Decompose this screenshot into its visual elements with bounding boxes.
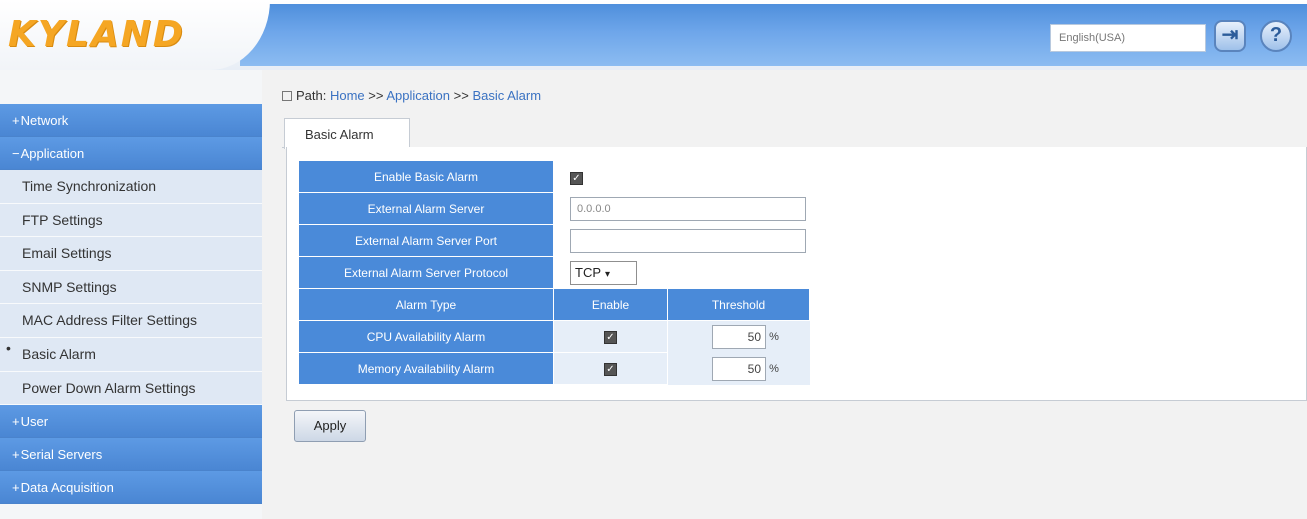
sidebar-item-snmp-settings[interactable]: SNMP Settings xyxy=(0,270,262,305)
sidebar-group-application[interactable]: −Application xyxy=(0,137,262,170)
sidebar-group-serial-servers[interactable]: +Serial Servers xyxy=(0,438,262,472)
cpu-threshold-input[interactable]: 50 xyxy=(712,325,766,349)
external-server-input[interactable] xyxy=(570,197,806,221)
cpu-alarm-label: CPU Availability Alarm xyxy=(299,321,554,353)
sidebar-item-time-synchronization[interactable]: Time Synchronization xyxy=(0,170,262,204)
external-protocol-label: External Alarm Server Protocol xyxy=(299,257,554,289)
breadcrumb-basic-alarm[interactable]: Basic Alarm xyxy=(472,88,541,103)
sidebar-item-email-settings[interactable]: Email Settings xyxy=(0,237,262,271)
tab-bar: Basic Alarm xyxy=(282,116,1307,149)
sidebar-group-user[interactable]: +User xyxy=(0,405,262,439)
basic-alarm-form: Enable Basic Alarm ✓ External Alarm Serv… xyxy=(299,161,810,385)
cpu-alarm-enable-checkbox[interactable]: ✓ xyxy=(604,331,617,345)
external-port-label: External Alarm Server Port xyxy=(299,225,554,257)
memory-alarm-enable-checkbox[interactable]: ✓ xyxy=(604,363,617,377)
col-threshold: Threshold xyxy=(668,289,810,321)
sidebar-item-power-down-alarm[interactable]: Power Down Alarm Settings xyxy=(0,371,262,406)
logout-icon[interactable]: ⇥ xyxy=(1214,20,1246,52)
sidebar-item-basic-alarm[interactable]: Basic Alarm xyxy=(0,332,262,372)
basic-alarm-panel: Enable Basic Alarm ✓ External Alarm Serv… xyxy=(286,147,1307,401)
enable-basic-alarm-label: Enable Basic Alarm xyxy=(299,161,554,193)
breadcrumb-application[interactable]: Application xyxy=(386,88,450,103)
breadcrumb-home[interactable]: Home xyxy=(330,88,365,103)
external-server-label: External Alarm Server xyxy=(299,193,554,225)
chevron-down-icon: ▾ xyxy=(605,269,611,280)
protocol-select[interactable]: TCP ▾ xyxy=(570,261,637,285)
breadcrumb-box-icon xyxy=(282,91,292,101)
sidebar: +Network −Application Time Synchronizati… xyxy=(0,70,262,519)
logo-area: KYLAND xyxy=(0,0,270,70)
sidebar-item-mac-filter[interactable]: MAC Address Filter Settings xyxy=(0,304,262,338)
help-icon[interactable]: ? xyxy=(1260,20,1292,52)
top-header: KYLAND English(USA) ⇥ ? xyxy=(0,0,1307,70)
col-enable: Enable xyxy=(554,289,668,321)
col-alarm-type: Alarm Type xyxy=(299,289,554,321)
tab-basic-alarm[interactable]: Basic Alarm xyxy=(284,118,410,149)
memory-alarm-label: Memory Availability Alarm xyxy=(299,353,554,385)
sidebar-item-ftp-settings[interactable]: FTP Settings xyxy=(0,203,262,238)
apply-button[interactable]: Apply xyxy=(294,410,366,442)
language-select[interactable]: English(USA) xyxy=(1050,24,1206,52)
main-content: Path: Home >> Application >> Basic Alarm… xyxy=(262,70,1307,519)
memory-threshold-input[interactable]: 50 xyxy=(712,357,766,381)
breadcrumb: Path: Home >> Application >> Basic Alarm xyxy=(282,88,541,103)
external-port-input[interactable] xyxy=(570,229,806,253)
sidebar-group-network[interactable]: +Network xyxy=(0,104,262,137)
kyland-logo: KYLAND xyxy=(8,14,185,55)
enable-basic-alarm-checkbox[interactable]: ✓ xyxy=(570,171,583,185)
sidebar-group-data-acquisition[interactable]: +Data Acquisition xyxy=(0,471,262,505)
